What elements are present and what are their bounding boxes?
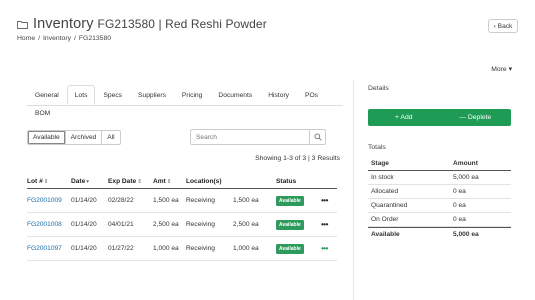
filter-all[interactable]: All <box>102 130 121 145</box>
page-title: Inventory FG213580 | Red Reshi Powder <box>33 16 267 32</box>
filter-archived[interactable]: Archived <box>65 130 103 145</box>
product-sku: FG213580 | Red Reshi Powder <box>97 17 267 31</box>
panel-divider <box>353 80 354 300</box>
lot-actions: + Add — Deplete <box>368 109 511 126</box>
stage-amount: 0 ea <box>453 188 466 195</box>
table-row: FG2001009 01/14/20 02/28/22 1,500 ea Rec… <box>27 189 337 213</box>
row-menu-icon[interactable]: ••• <box>321 196 328 205</box>
column-date[interactable]: Date▾ <box>71 178 108 185</box>
lot-amount: 1,000 ea <box>153 245 179 252</box>
lot-amount: 2,500 ea <box>153 221 179 228</box>
page-header: Inventory FG213580 | Red Reshi Powder Hom… <box>17 14 518 48</box>
column-amount: Amount <box>453 160 478 167</box>
stage-amount: 5,000 ea <box>453 231 479 238</box>
tab-bar: General Lots Specs Suppliers Pricing Doc… <box>27 85 343 121</box>
tab-divider <box>27 105 343 106</box>
totals-row: Quarantined 0 ea <box>368 199 511 213</box>
breadcrumb-current: FG213580 <box>78 35 112 42</box>
back-button[interactable]: ‹ Back <box>488 19 518 33</box>
lot-location: Receiving <box>186 197 215 204</box>
totals-row: On Order 0 ea <box>368 213 511 227</box>
table-header: Lot #⇕ Date▾ Exp Date⇕ Amt⇕ Location(s) … <box>27 175 337 189</box>
totals-header: Stage Amount <box>368 157 511 171</box>
tab-history[interactable]: History <box>260 85 297 105</box>
tab-specs[interactable]: Specs <box>95 85 130 105</box>
results-count: Showing 1-3 of 3 | 3 Results <box>255 155 340 162</box>
status-badge: Available <box>276 196 304 206</box>
tab-pos[interactable]: POs <box>297 85 326 105</box>
search-icon[interactable] <box>309 130 325 144</box>
column-status: Status <box>276 178 297 185</box>
column-lot[interactable]: Lot #⇕ <box>27 178 71 185</box>
column-stage: Stage <box>371 160 389 167</box>
breadcrumb-separator: / <box>74 35 76 42</box>
lot-filter-group: Available Archived All <box>27 130 121 145</box>
tab-documents[interactable]: Documents <box>210 85 260 105</box>
stage-label: Quarantined <box>371 202 408 209</box>
lot-amount: 1,500 ea <box>153 197 179 204</box>
column-locations: Location(s) <box>186 178 222 185</box>
lot-date: 01/14/20 <box>71 197 97 204</box>
stage-amount: 0 ea <box>453 216 466 223</box>
sort-icon: ⇕ <box>166 179 172 185</box>
tab-suppliers[interactable]: Suppliers <box>130 85 174 105</box>
details-title: Details <box>368 85 389 92</box>
lot-link[interactable]: FG2001097 <box>27 245 62 252</box>
totals-available-row: Available 5,000 ea <box>368 227 511 241</box>
stage-amount: 5,000 ea <box>453 174 479 181</box>
totals-table: Stage Amount In stock 5,000 ea Allocated… <box>368 157 511 241</box>
totals-title: Totals <box>368 144 386 151</box>
tab-bom[interactable]: BOM <box>27 105 58 121</box>
lots-panel: General Lots Specs Suppliers Pricing Doc… <box>27 85 343 261</box>
sort-icon: ⇕ <box>137 179 142 185</box>
table-row: FG2001008 01/14/20 04/01/21 2,500 ea Rec… <box>27 213 337 237</box>
search-box <box>190 129 326 145</box>
sort-desc-icon: ▾ <box>86 179 90 185</box>
stage-label: Allocated <box>371 188 399 195</box>
more-menu-button[interactable]: More ▾ <box>491 65 512 73</box>
tab-general[interactable]: General <box>27 85 67 105</box>
lot-exp-date: 02/28/22 <box>108 197 134 204</box>
status-badge: Available <box>276 244 304 254</box>
status-badge: Available <box>276 220 304 230</box>
column-exp-date[interactable]: Exp Date⇕ <box>108 178 153 185</box>
stage-label: On Order <box>371 216 399 223</box>
filter-available[interactable]: Available <box>27 130 66 145</box>
lot-exp-date: 01/27/22 <box>108 245 134 252</box>
row-menu-icon[interactable]: ••• <box>321 220 328 229</box>
sort-icon: ⇕ <box>43 179 49 185</box>
table-row: FG2001097 01/14/20 01/27/22 1,000 ea Rec… <box>27 237 337 261</box>
deplete-button[interactable]: — Deplete <box>440 109 512 126</box>
breadcrumb: Home / Inventory / FG213580 <box>17 35 518 42</box>
row-menu-icon[interactable]: ••• <box>321 244 328 253</box>
lot-location-amount: 1,000 ea <box>233 245 259 252</box>
lots-table: Lot #⇕ Date▾ Exp Date⇕ Amt⇕ Location(s) … <box>27 175 337 261</box>
lot-location: Receiving <box>186 245 215 252</box>
tab-pricing[interactable]: Pricing <box>174 85 210 105</box>
lot-location: Receiving <box>186 221 215 228</box>
totals-row: In stock 5,000 ea <box>368 171 511 185</box>
lot-date: 01/14/20 <box>71 245 97 252</box>
lot-location-amount: 1,500 ea <box>233 197 259 204</box>
folder-icon <box>17 20 28 29</box>
add-button[interactable]: + Add <box>368 109 440 126</box>
search-input[interactable] <box>191 130 309 144</box>
stage-label: Available <box>371 231 400 238</box>
breadcrumb-inventory[interactable]: Inventory <box>43 35 71 42</box>
tab-lots[interactable]: Lots <box>66 85 96 105</box>
breadcrumb-home[interactable]: Home <box>17 35 35 42</box>
stage-amount: 0 ea <box>453 202 466 209</box>
lot-link[interactable]: FG2001009 <box>27 197 62 204</box>
lot-link[interactable]: FG2001008 <box>27 221 62 228</box>
stage-label: In stock <box>371 174 394 181</box>
breadcrumb-separator: / <box>38 35 41 42</box>
lot-date: 01/14/20 <box>71 221 97 228</box>
lot-location-amount: 2,500 ea <box>233 221 259 228</box>
column-amt[interactable]: Amt⇕ <box>153 178 186 185</box>
totals-row: Allocated 0 ea <box>368 185 511 199</box>
lot-exp-date: 04/01/21 <box>108 221 134 228</box>
